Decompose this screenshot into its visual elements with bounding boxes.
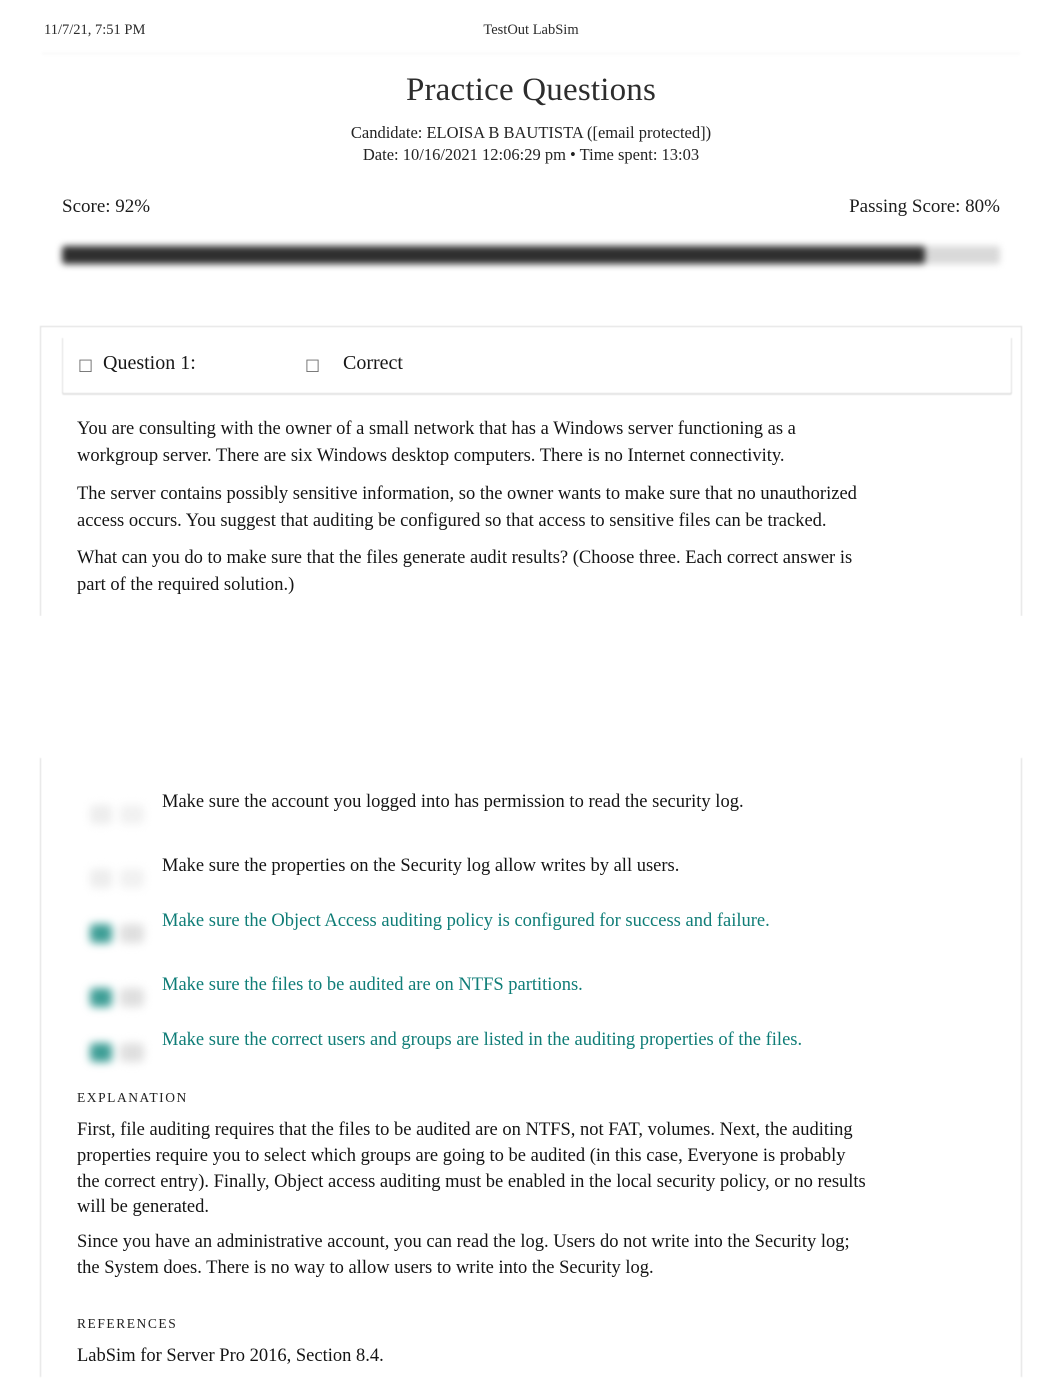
answer-marker-group	[88, 1042, 150, 1064]
answer-option-correct[interactable]: Make sure the Object Access auditing pol…	[88, 909, 898, 960]
answer-option-correct[interactable]: Make sure the correct users and groups a…	[88, 1028, 898, 1079]
question-header: □ Question 1: □ Correct	[62, 352, 1012, 386]
correct-status-icon: □	[305, 355, 321, 374]
check-mark-icon	[90, 1043, 112, 1062]
user-selection-icon	[90, 869, 112, 888]
answer-marker-group	[88, 804, 150, 826]
print-header: 11/7/21, 7:51 PM TestOut LabSim	[0, 22, 1062, 44]
answer-option-label: Make sure the files to be audited are on…	[162, 975, 583, 995]
answer-key-icon	[120, 805, 144, 824]
references-body: LabSim for Server Pro 2016, Section 8.4.	[77, 1344, 867, 1379]
question-number-icon: □	[78, 355, 94, 374]
answer-option[interactable]: Make sure the account you logged into ha…	[88, 790, 898, 841]
answer-options-list: Make sure the account you logged into ha…	[88, 790, 898, 1092]
answer-option-correct[interactable]: Make sure the files to be audited are on…	[88, 973, 898, 1015]
answer-key-icon	[120, 924, 144, 943]
answer-option-label: Make sure the correct users and groups a…	[162, 1030, 803, 1050]
score-value: Score: 92%	[62, 196, 151, 217]
check-mark-icon	[90, 988, 112, 1007]
answer-key-icon	[120, 988, 144, 1007]
explanation-body: First, file auditing requires that the f…	[77, 1118, 867, 1291]
reference-item: LabSim for Server Pro 2016, Section 8.4.	[77, 1346, 384, 1366]
title-block: Practice Questions Candidate: ELOISA B B…	[0, 68, 1062, 166]
question-text: You are consulting with the owner of a s…	[77, 416, 867, 610]
page-title: Practice Questions	[405, 72, 657, 108]
passing-score: Passing Score: 80%	[849, 196, 1000, 217]
print-site-name: TestOut LabSim	[483, 22, 579, 38]
answer-option[interactable]: Make sure the properties on the Security…	[88, 854, 898, 896]
question-paragraph: What can you do to make sure that the fi…	[77, 548, 853, 596]
candidate-line: Candidate: ELOISA B BAUTISTA ([email pro…	[350, 123, 712, 142]
answer-option-label: Make sure the Object Access auditing pol…	[162, 911, 770, 931]
page-break-gap	[0, 616, 1062, 758]
answer-marker-group	[88, 987, 150, 1009]
explanation-heading: EXPLANATION	[77, 1090, 188, 1105]
answer-option-label: Make sure the properties on the Security…	[162, 856, 680, 876]
explanation-paragraph: First, file auditing requires that the f…	[77, 1120, 866, 1218]
check-mark-icon	[90, 924, 112, 943]
user-selection-icon	[90, 805, 112, 824]
references-heading: REFERENCES	[77, 1316, 178, 1331]
explanation-paragraph: Since you have an administrative account…	[77, 1232, 850, 1278]
header-divider	[42, 52, 1020, 55]
answer-option-label: Make sure the account you logged into ha…	[162, 792, 744, 812]
score-row: Score: 92% Passing Score: 80%	[62, 196, 1000, 222]
score-progress-fill	[62, 246, 925, 264]
answer-key-icon	[120, 1043, 144, 1062]
answer-marker-group	[88, 868, 150, 890]
score-progress-track	[62, 246, 1000, 264]
answer-key-icon	[120, 869, 144, 888]
question-paragraph: You are consulting with the owner of a s…	[77, 419, 796, 467]
question-number-label: Question 1:	[103, 352, 196, 374]
answer-marker-group	[88, 923, 150, 945]
date-time-line: Date: 10/16/2021 12:06:29 pm • Time spen…	[362, 145, 700, 164]
status-badge: Correct	[343, 352, 403, 374]
question-paragraph: The server contains possibly sensitive i…	[77, 483, 857, 531]
